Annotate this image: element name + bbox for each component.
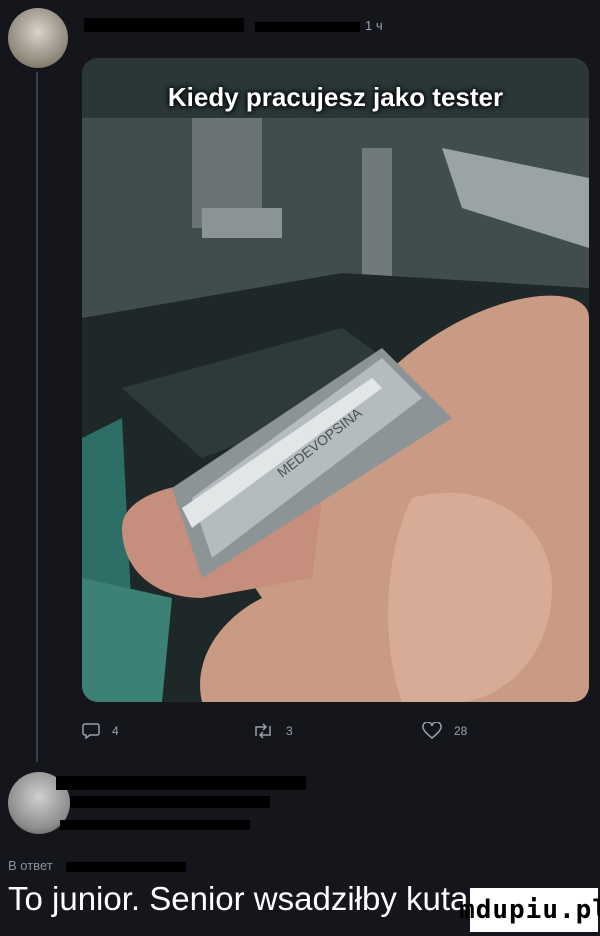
heart-icon (422, 722, 442, 739)
reply-action[interactable]: 4 (82, 722, 119, 740)
image-caption: Kiedy pracujesz jako tester (167, 82, 504, 112)
post-image[interactable]: MEDEVOPSINA Kiedy pracujesz jako tester (82, 58, 589, 702)
like-action[interactable]: 28 (422, 722, 467, 740)
redacted-reply-meta (60, 820, 250, 830)
action-bar: 4 3 28 (82, 722, 592, 742)
like-count: 28 (454, 724, 468, 738)
reply-text: To junior. Senior wsadziłby kutasa. (8, 880, 513, 917)
retweet-action[interactable]: 3 (252, 722, 293, 740)
speech-bubble-icon (82, 723, 100, 740)
avatar[interactable] (8, 8, 68, 68)
site-watermark: mdupiu.pl (459, 888, 600, 932)
redacted-handle (255, 22, 360, 32)
redacted-reply-username (56, 776, 306, 790)
redacted-reply-target (66, 862, 186, 872)
thread-line (36, 72, 38, 762)
redacted-reply-handle (70, 796, 270, 808)
sink-photo: MEDEVOPSINA (82, 58, 589, 702)
reply-to-label: В ответ (8, 858, 53, 873)
post-timestamp: 1 ч (365, 18, 383, 33)
redacted-username (84, 18, 244, 32)
retweet-icon (255, 723, 271, 739)
reply-count: 4 (112, 724, 119, 738)
retweet-count: 3 (286, 724, 293, 738)
